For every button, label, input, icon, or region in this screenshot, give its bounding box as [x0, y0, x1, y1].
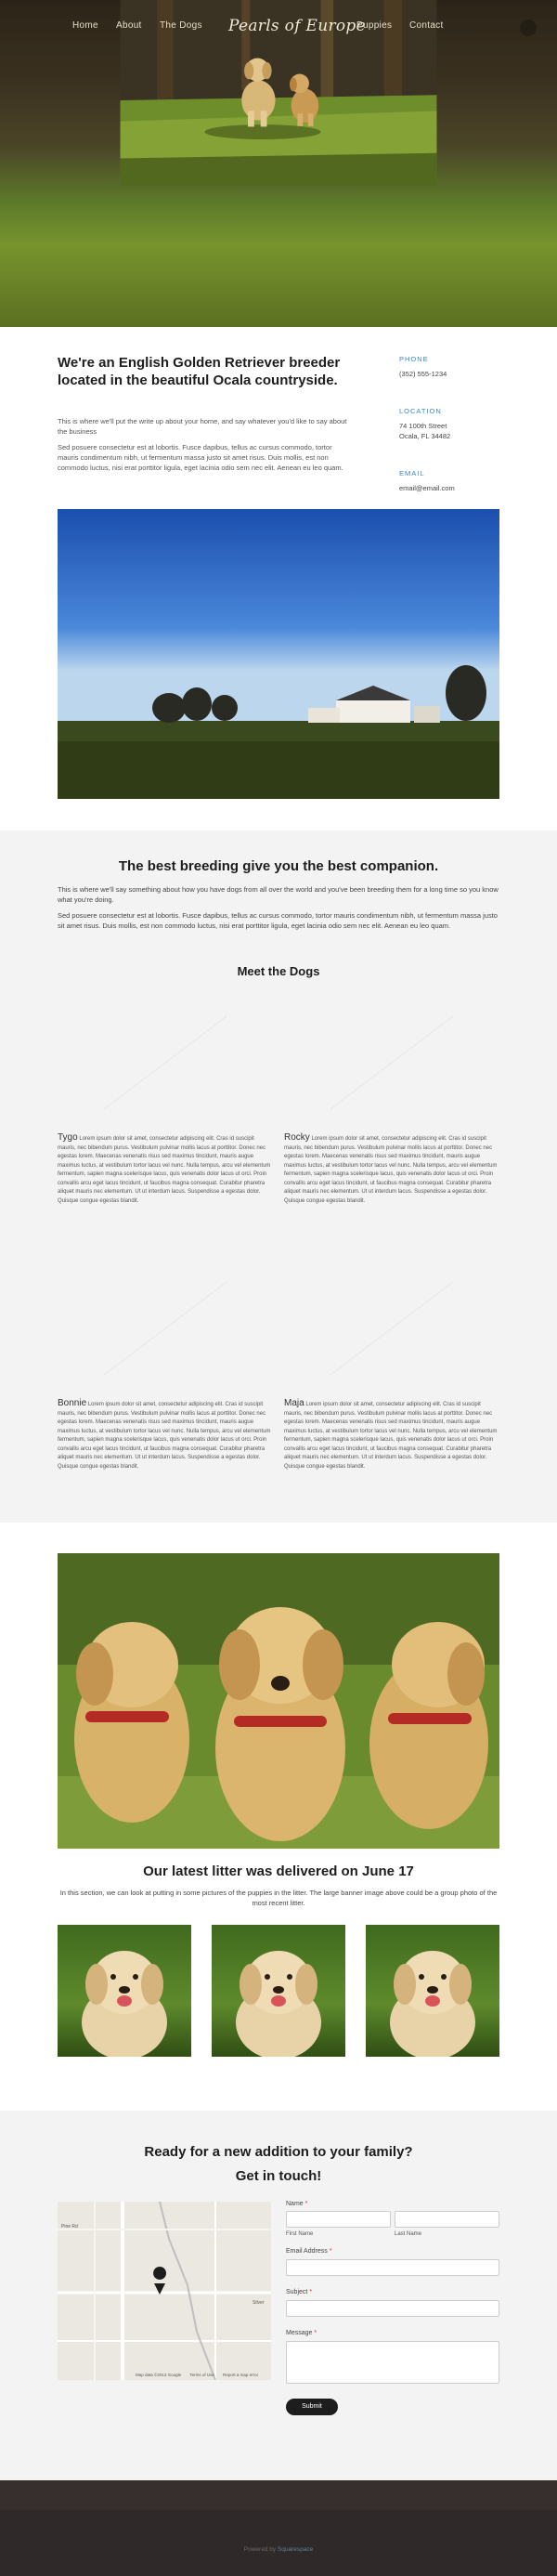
dog-name: Rocky: [284, 1132, 310, 1143]
dog-card: Bonnie Lorem ipsum dolor sit amet, conse…: [58, 1263, 273, 1471]
puppy-art: [390, 1951, 475, 2057]
dog-card: Rocky Lorem ipsum dolor sit amet, consec…: [284, 998, 499, 1206]
email-value[interactable]: email@email.com: [399, 483, 538, 493]
dog-name: Bonnie: [58, 1398, 87, 1408]
nav-about[interactable]: About: [116, 20, 142, 31]
farm-landscape-art: [58, 509, 499, 799]
dog-description: Maja Lorem ipsum dolor sit amet, consect…: [284, 1398, 498, 1470]
footer-band: [0, 2480, 557, 2510]
address-line2: Ocala, FL 34482: [399, 432, 451, 440]
footer-credit: Powered by Squarespace: [243, 2546, 314, 2553]
puppy-photo: [212, 1925, 345, 2057]
address-line1: 74 100th Street: [399, 422, 447, 430]
dog-name: Maja: [284, 1398, 304, 1408]
breeding-section: The best breeding give you the best comp…: [0, 830, 557, 1523]
site-logo[interactable]: Pearls of Europe: [228, 17, 366, 35]
map-road-label: Pine Rd: [61, 2224, 78, 2229]
nav-puppies[interactable]: Puppies: [356, 20, 392, 31]
menu-toggle-icon[interactable]: [520, 20, 537, 36]
about-intro: This is where we'll put the write up abo…: [58, 417, 347, 436]
meet-dogs-heading: Meet the Dogs: [237, 964, 320, 978]
submit-button[interactable]: Submit: [286, 2399, 338, 2415]
subject-input[interactable]: [286, 2300, 499, 2317]
contact-section: Ready for a new addition to your family?…: [0, 2111, 557, 2480]
dog-card: Maja Lorem ipsum dolor sit amet, consect…: [284, 1263, 499, 1471]
email-input[interactable]: [286, 2259, 499, 2276]
map-terms-link[interactable]: Terms of Use: [189, 2373, 214, 2377]
contact-info: PHONE (352) 555-1234 LOCATION 74 100th S…: [399, 355, 538, 493]
dog-card: Tygo Lorem ipsum dolor sit amet, consect…: [58, 998, 273, 1206]
map-art: [58, 2202, 271, 2380]
email-label: Email Address *: [286, 2248, 332, 2255]
last-name-sublabel: Last Name: [395, 2231, 422, 2237]
dog-description: Rocky Lorem ipsum dolor sit amet, consec…: [284, 1132, 498, 1204]
phone-value[interactable]: (352) 555-1234: [399, 369, 538, 379]
location-map[interactable]: Pine Rd Silver Map data ©2013 Google Ter…: [58, 2202, 271, 2380]
dog-photo-placeholder: [58, 998, 273, 1128]
last-name-input[interactable]: [395, 2211, 499, 2228]
about-heading: We're an English Golden Retriever breede…: [58, 355, 341, 388]
map-report-link[interactable]: Report a map error: [223, 2373, 258, 2377]
site-footer: Powered by Squarespace: [0, 2480, 557, 2576]
first-name-sublabel: First Name: [286, 2231, 314, 2237]
breeding-paragraph-1: This is where we'll say something about …: [58, 885, 499, 904]
nav-contact[interactable]: Contact: [409, 20, 444, 31]
nav-the-dogs[interactable]: The Dogs: [160, 20, 202, 31]
farm-landscape-image: [58, 509, 499, 799]
first-name-input[interactable]: [286, 2211, 391, 2228]
main-nav: Home About The Dogs Pearls of Europe Pup…: [0, 17, 557, 39]
contact-heading-1: Ready for a new addition to your family?: [144, 2144, 413, 2160]
puppy-art: [236, 1951, 321, 2057]
dog-photo-placeholder: [284, 998, 499, 1128]
nav-home[interactable]: Home: [72, 20, 98, 31]
subject-label: Subject *: [286, 2289, 313, 2295]
map-attribution: Map data ©2013 Google Terms of Use Repor…: [136, 2373, 259, 2377]
contact-heading-2: Get in touch!: [235, 2168, 322, 2184]
breeding-paragraph-2: Sed posuere consectetur est at lobortis.…: [58, 911, 498, 930]
dog-name: Tygo: [58, 1132, 78, 1143]
puppies-banner-image: [58, 1553, 499, 1849]
name-label: Name *: [286, 2201, 308, 2207]
puppy-art: [82, 1951, 167, 2057]
dog-description: Bonnie Lorem ipsum dolor sit amet, conse…: [58, 1398, 271, 1470]
puppy-photo: [58, 1925, 191, 2057]
puppy-photo: [366, 1925, 499, 2057]
location-label: LOCATION: [399, 407, 442, 415]
dog-description: Tygo Lorem ipsum dolor sit amet, consect…: [58, 1132, 271, 1204]
puppies-banner-art: [58, 1553, 499, 1849]
message-label: Message *: [286, 2330, 317, 2336]
phone-label: PHONE: [399, 355, 429, 363]
dog-photo-placeholder: [58, 1263, 273, 1393]
map-place-label: Silver: [253, 2300, 265, 2306]
hero-banner: Home About The Dogs Pearls of Europe Pup…: [0, 0, 557, 327]
litter-text: In this section, we can look at putting …: [59, 1889, 498, 1907]
message-textarea[interactable]: [286, 2341, 499, 2384]
breeding-heading: The best breeding give you the best comp…: [118, 858, 439, 874]
dog-photo-placeholder: [284, 1263, 499, 1393]
footer-link[interactable]: Squarespace: [278, 2546, 313, 2553]
email-label: EMAIL: [399, 469, 425, 477]
about-body: Sed posuere consectetur est at lobortis.…: [58, 443, 343, 472]
litter-heading: Our latest litter was delivered on June …: [143, 1863, 414, 1879]
